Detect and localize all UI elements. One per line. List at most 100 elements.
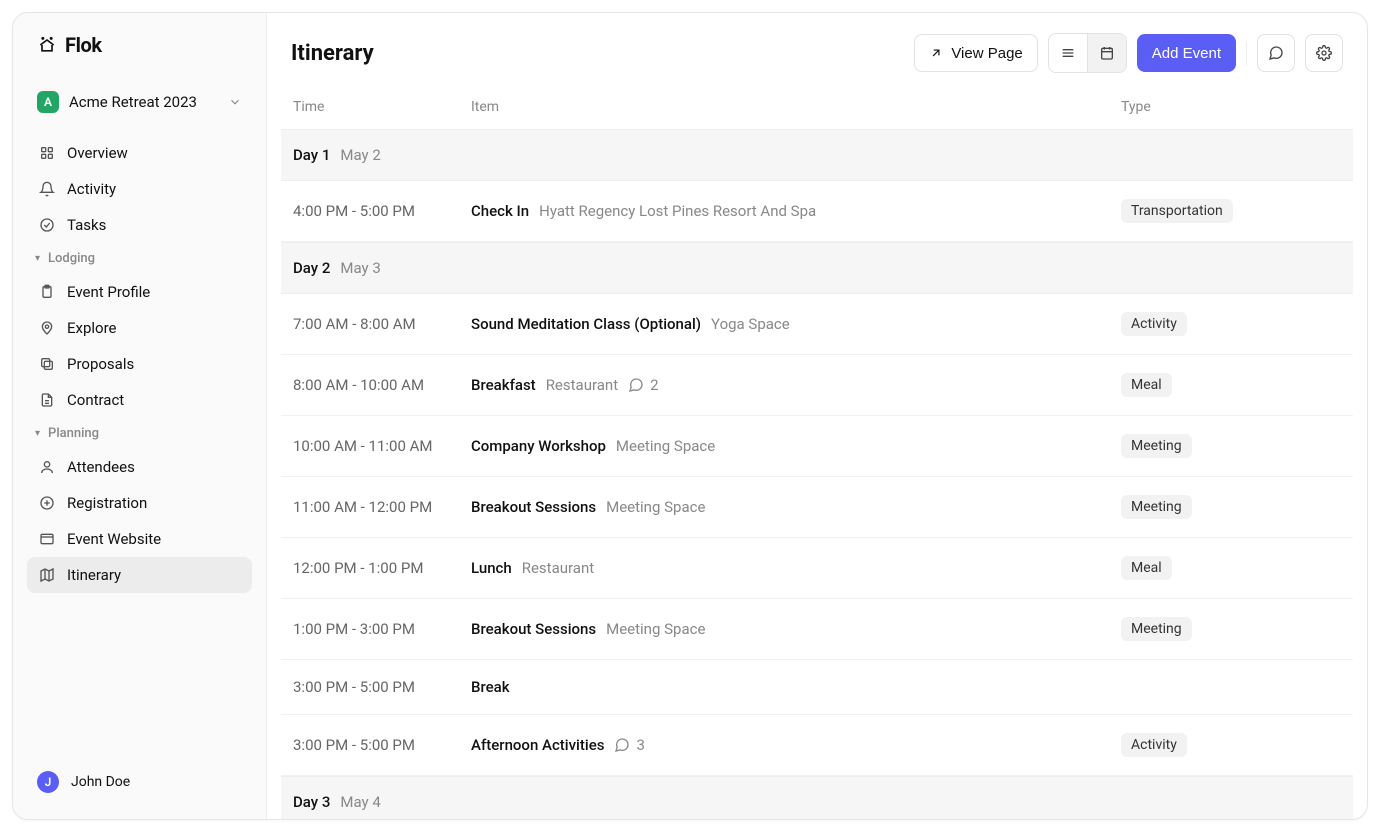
- chat-icon: [614, 737, 630, 753]
- event-type-chip: Activity: [1121, 312, 1187, 336]
- event-type-chip: Transportation: [1121, 199, 1233, 223]
- event-comments[interactable]: 2: [628, 376, 658, 394]
- plus-circle-icon: [39, 495, 55, 511]
- sidebar-item-itinerary[interactable]: Itinerary: [27, 557, 252, 593]
- event-type: Meeting: [1121, 495, 1341, 519]
- gear-icon: [1316, 45, 1332, 61]
- sidebar: Flok A Acme Retreat 2023 Overview Activit…: [13, 13, 267, 819]
- event-type: Activity: [1121, 312, 1341, 336]
- sidebar-item-event-website[interactable]: Event Website: [27, 521, 252, 557]
- sidebar-item-label: Contract: [67, 391, 124, 409]
- event-type: Activity: [1121, 733, 1341, 757]
- itinerary-table[interactable]: Time Item Type Day 1May 2 4:00 PM - 5:00…: [267, 87, 1367, 819]
- event-type-chip: Meal: [1121, 373, 1172, 397]
- triangle-down-icon: ▾: [35, 428, 40, 439]
- workspace-picker[interactable]: A Acme Retreat 2023: [27, 83, 252, 121]
- event-location: Hyatt Regency Lost Pines Resort And Spa: [539, 202, 816, 220]
- sidebar-section-lodging[interactable]: ▾Lodging: [27, 243, 252, 270]
- event-item: Check InHyatt Regency Lost Pines Resort …: [471, 202, 1121, 220]
- sidebar-item-overview[interactable]: Overview: [27, 135, 252, 171]
- event-row[interactable]: 12:00 PM - 1:00 PM LunchRestaurant Meal: [281, 538, 1353, 599]
- comment-count: 3: [636, 736, 644, 754]
- add-event-button[interactable]: Add Event: [1137, 34, 1236, 72]
- event-comments[interactable]: 3: [614, 736, 644, 754]
- list-view-button[interactable]: [1049, 34, 1087, 72]
- event-time: 10:00 AM - 11:00 AM: [293, 437, 471, 455]
- event-time: 3:00 PM - 5:00 PM: [293, 678, 471, 696]
- event-row[interactable]: 3:00 PM - 5:00 PM Afternoon Activities3 …: [281, 715, 1353, 776]
- comments-button[interactable]: [1257, 34, 1295, 72]
- sidebar-item-registration[interactable]: Registration: [27, 485, 252, 521]
- event-row[interactable]: 10:00 AM - 11:00 AM Company WorkshopMeet…: [281, 416, 1353, 477]
- sidebar-item-label: Activity: [67, 180, 116, 198]
- sidebar-item-tasks[interactable]: Tasks: [27, 207, 252, 243]
- sidebar-item-activity[interactable]: Activity: [27, 171, 252, 207]
- event-time: 8:00 AM - 10:00 AM: [293, 376, 471, 394]
- external-link-icon: [929, 46, 943, 60]
- sidebar-item-event-profile[interactable]: Event Profile: [27, 274, 252, 310]
- settings-button[interactable]: [1305, 34, 1343, 72]
- event-location: Meeting Space: [606, 620, 705, 638]
- day-label: Day 3: [293, 793, 330, 811]
- event-type: Meal: [1121, 373, 1341, 397]
- sidebar-item-proposals[interactable]: Proposals: [27, 346, 252, 382]
- sidebar-item-label: Itinerary: [67, 566, 121, 584]
- event-time: 1:00 PM - 3:00 PM: [293, 620, 471, 638]
- event-title: Break: [471, 678, 510, 696]
- day-date: May 4: [340, 793, 380, 811]
- day-date: May 3: [340, 259, 380, 277]
- calendar-view-button[interactable]: [1088, 34, 1126, 72]
- event-title: Sound Meditation Class (Optional): [471, 315, 701, 333]
- brand-name: Flok: [65, 33, 102, 57]
- event-title: Lunch: [471, 559, 512, 577]
- event-location: Restaurant: [546, 376, 618, 394]
- sidebar-item-label: Event Profile: [67, 283, 150, 301]
- sidebar-item-label: Explore: [67, 319, 117, 337]
- day-header: Day 3 May 4: [281, 776, 1353, 819]
- day-header: Day 1May 2: [281, 129, 1353, 181]
- sidebar-item-attendees[interactable]: Attendees: [27, 449, 252, 485]
- user-avatar: J: [37, 771, 59, 793]
- sidebar-item-explore[interactable]: Explore: [27, 310, 252, 346]
- event-time: 12:00 PM - 1:00 PM: [293, 559, 471, 577]
- sidebar-item-label: Registration: [67, 494, 147, 512]
- col-header-item: Item: [471, 99, 1121, 115]
- view-page-label: View Page: [951, 45, 1022, 62]
- sidebar-item-label: Tasks: [67, 216, 106, 234]
- event-location: Yoga Space: [711, 315, 790, 333]
- event-item: Sound Meditation Class (Optional) Yoga Sp…: [471, 315, 1121, 333]
- event-row[interactable]: 1:00 PM - 3:00 PM Breakout SessionsMeeti…: [281, 599, 1353, 660]
- sidebar-item-label: Overview: [67, 144, 128, 162]
- flok-logo-icon: [37, 35, 57, 55]
- sidebar-section-planning[interactable]: ▾Planning: [27, 418, 252, 445]
- col-header-type: Type: [1121, 99, 1341, 115]
- event-type-chip: Meeting: [1121, 617, 1192, 641]
- event-row[interactable]: 4:00 PM - 5:00 PM Check InHyatt Regency …: [281, 181, 1353, 242]
- event-type: Meal: [1121, 556, 1341, 580]
- event-type: Meeting: [1121, 617, 1341, 641]
- event-time: 3:00 PM - 5:00 PM: [293, 736, 471, 754]
- sidebar-item-label: Attendees: [67, 458, 135, 476]
- view-page-button[interactable]: View Page: [914, 34, 1037, 72]
- col-header-time: Time: [293, 99, 471, 115]
- event-item: Break: [471, 678, 1121, 696]
- event-type-chip: Activity: [1121, 733, 1187, 757]
- list-icon: [1060, 45, 1076, 61]
- user-menu[interactable]: J John Doe: [27, 763, 252, 801]
- event-item: Afternoon Activities 3: [471, 736, 1121, 754]
- triangle-down-icon: ▾: [35, 253, 40, 264]
- workspace-avatar: A: [37, 91, 59, 113]
- event-item: Breakfast Restaurant 2: [471, 376, 1121, 394]
- event-row[interactable]: 8:00 AM - 10:00 AM BreakfastRestaurant2 …: [281, 355, 1353, 416]
- chat-icon: [628, 377, 644, 393]
- event-title: Afternoon Activities: [471, 736, 604, 754]
- event-row[interactable]: 7:00 AM - 8:00 AM Sound Meditation Class…: [281, 294, 1353, 355]
- event-row[interactable]: 11:00 AM - 12:00 PM Breakout SessionsMee…: [281, 477, 1353, 538]
- clipboard-icon: [39, 284, 55, 300]
- brand-logo[interactable]: Flok: [27, 33, 252, 67]
- event-row[interactable]: 3:00 PM - 5:00 PM Break: [281, 660, 1353, 715]
- table-header: Time Item Type: [281, 87, 1353, 129]
- event-time: 4:00 PM - 5:00 PM: [293, 202, 471, 220]
- event-title: Breakfast: [471, 376, 536, 394]
- sidebar-item-contract[interactable]: Contract: [27, 382, 252, 418]
